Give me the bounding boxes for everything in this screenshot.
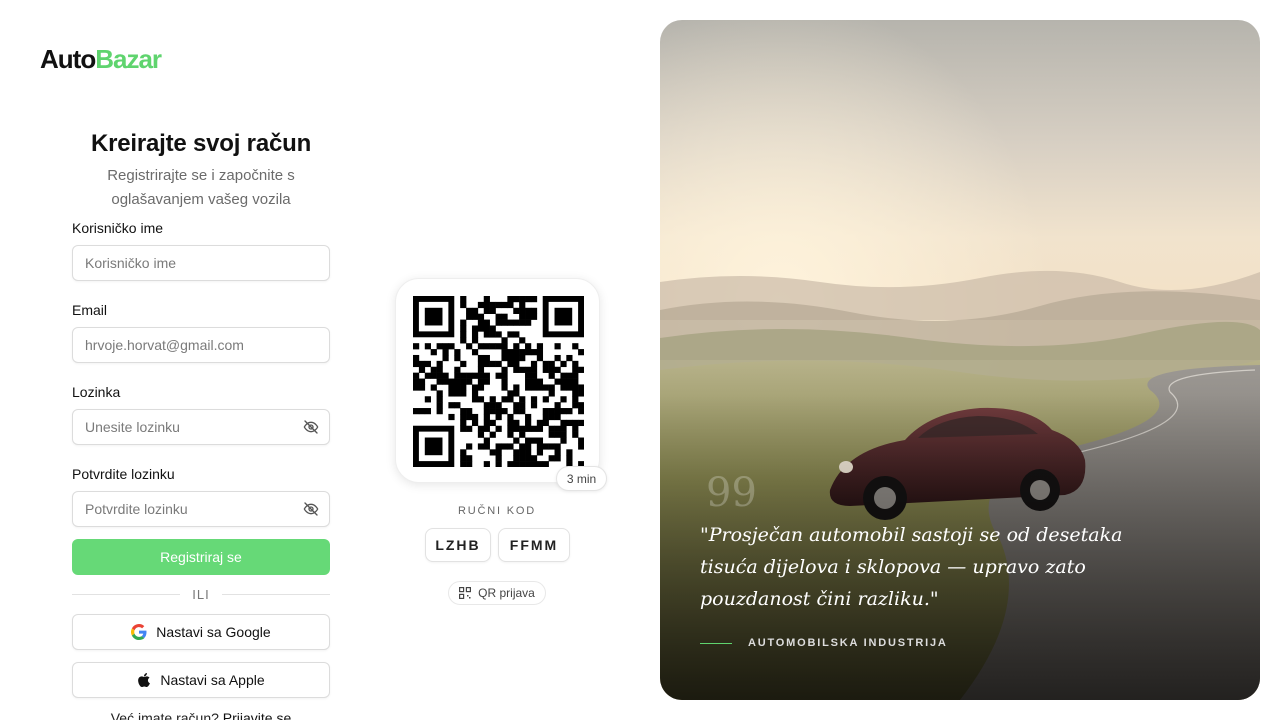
source-accent-line xyxy=(700,642,732,644)
divider-line xyxy=(221,594,330,595)
confirm-password-label: Potvrdite lozinku xyxy=(72,466,175,482)
login-link[interactable]: Prijavite se xyxy=(223,710,291,720)
confirm-password-field xyxy=(72,491,330,527)
login-prompt: Već imate račun? Prijavite se xyxy=(72,710,330,720)
password-input[interactable] xyxy=(85,419,317,435)
divider-line xyxy=(72,594,181,595)
brand-logo-part2: Bazar xyxy=(95,44,162,74)
form-subtitle: Registrirajte se i započnite s oglašavan… xyxy=(107,167,295,208)
login-prompt-text: Već imate račun? xyxy=(110,710,219,720)
or-divider: ILI xyxy=(72,587,330,602)
qr-login-label: QR prijava xyxy=(478,586,535,600)
eye-off-icon[interactable] xyxy=(303,419,319,435)
apple-signin-label: Nastavi sa Apple xyxy=(160,672,265,688)
password-field xyxy=(72,409,330,445)
google-signin-button[interactable]: Nastavi sa Google xyxy=(72,614,330,650)
apple-signin-button[interactable]: Nastavi sa Apple xyxy=(72,662,330,698)
divider-label: ILI xyxy=(192,587,210,602)
username-field xyxy=(72,245,330,281)
manual-code-chip[interactable]: FFMM xyxy=(498,528,570,562)
qr-code-card xyxy=(395,278,600,483)
quote-icon: 99 xyxy=(706,470,757,516)
qr-timer-badge: 3 min xyxy=(556,466,607,491)
hero-quote: "Prosječan automobil sastoji se od deset… xyxy=(700,524,1123,610)
manual-code-row: LZHB FFMM xyxy=(425,528,570,562)
manual-code-chip[interactable]: LZHB xyxy=(425,528,491,562)
manual-code-title: RUČNI KOD xyxy=(458,505,536,517)
google-signin-label: Nastavi sa Google xyxy=(156,624,271,640)
registration-form: Kreirajte svoj račun Registrirajte se i … xyxy=(72,130,330,720)
apple-icon xyxy=(138,673,151,687)
form-title: Kreirajte svoj račun xyxy=(90,130,312,157)
eye-off-icon[interactable] xyxy=(303,501,319,517)
username-input[interactable] xyxy=(85,255,317,271)
hero-quote-source: AUTOMOBILSKA INDUSTRIJA xyxy=(700,637,948,649)
qr-code-icon xyxy=(459,587,472,599)
register-button[interactable]: Registriraj se xyxy=(72,539,330,575)
brand-logo-part1: Auto xyxy=(40,44,96,74)
qr-code xyxy=(413,296,584,467)
email-field xyxy=(72,327,330,363)
password-label: Lozinka xyxy=(72,384,121,400)
email-label: Email xyxy=(72,302,108,318)
source-label: AUTOMOBILSKA INDUSTRIJA xyxy=(748,637,948,649)
email-input[interactable] xyxy=(85,337,317,353)
confirm-password-input[interactable] xyxy=(85,501,317,517)
qr-login-button[interactable]: QR prijava xyxy=(448,581,546,605)
google-icon xyxy=(131,624,147,640)
username-label: Korisničko ime xyxy=(72,220,164,236)
brand-logo[interactable]: AutoBazar xyxy=(40,44,162,75)
